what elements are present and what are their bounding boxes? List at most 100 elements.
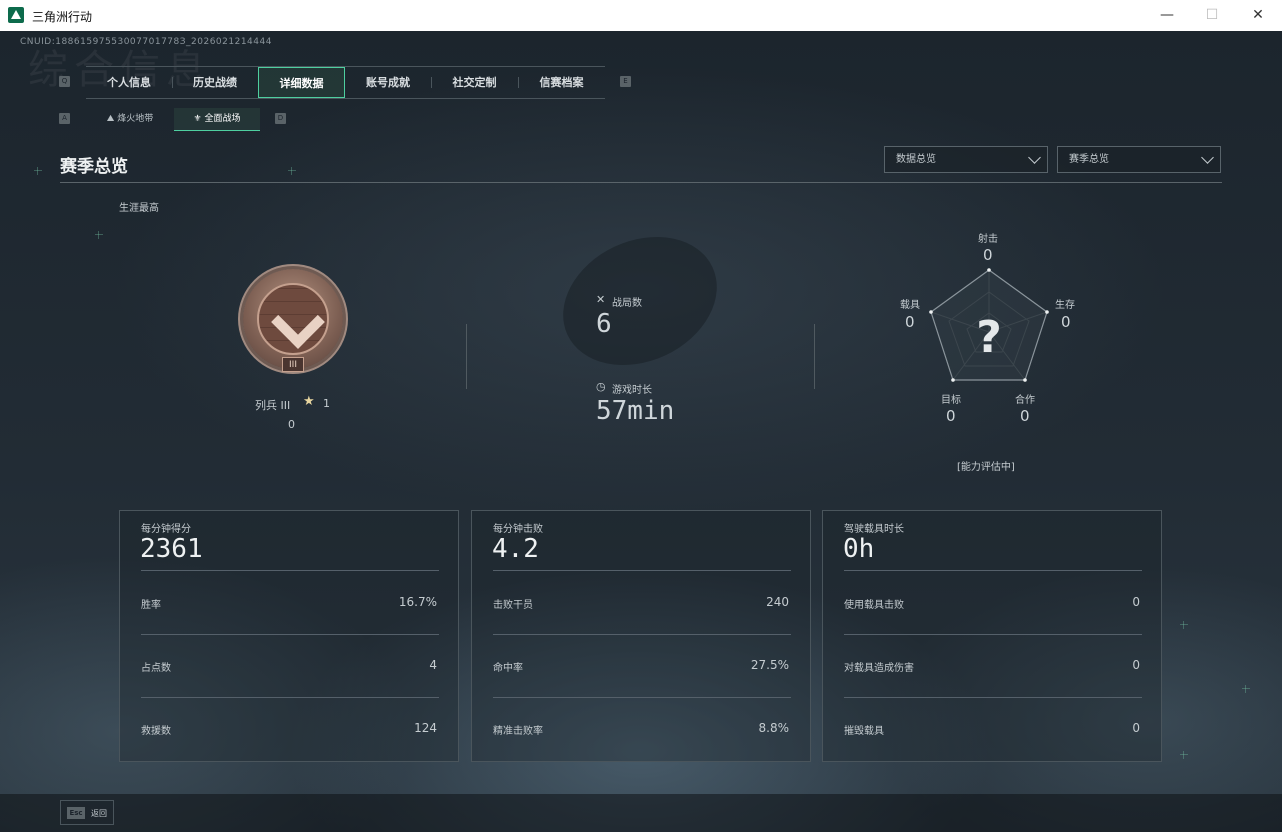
- row-value: 8.8%: [758, 721, 790, 735]
- row-label: 使用载具击败: [844, 600, 904, 611]
- subtab-label: 全面战场: [204, 114, 241, 124]
- tab-label: 个人信息: [107, 76, 151, 89]
- row-label: 摧毁载具: [844, 726, 884, 737]
- row-value: 27.5%: [750, 658, 789, 672]
- subtab-label: 烽火地带: [117, 114, 154, 124]
- radar-label-objective: 目标: [941, 395, 961, 406]
- season-overview-dropdown[interactable]: 赛季总览: [1057, 146, 1221, 173]
- vehicle-time-card: 驾驶载具时长 0h 使用载具击败 0 对载具造成伤害 0 摧毁载具 0: [822, 510, 1162, 762]
- kills-per-minute-card: 每分钟击败 4.2 击败干员 240 命中率 27.5% 精准击败率 8.8%: [471, 510, 811, 762]
- row-label: 精准击败率: [493, 726, 543, 737]
- playtime-label: 游戏时长: [612, 385, 652, 396]
- tab-detailed-data[interactable]: 详细数据: [258, 67, 345, 98]
- close-button[interactable]: ✕: [1243, 5, 1273, 25]
- crossed-swords-icon: ✕: [596, 293, 606, 306]
- row-value: 0: [1132, 595, 1140, 609]
- decor-cross: [1180, 751, 1188, 759]
- subtab-next-key[interactable]: D: [275, 113, 286, 124]
- card-divider: [844, 697, 1142, 698]
- chevron-down-icon: [1028, 151, 1041, 164]
- tab-label: 信赛档案: [539, 76, 584, 89]
- ability-radar-chart: ?: [929, 268, 1049, 382]
- radar-label-teamwork: 合作: [1015, 395, 1035, 406]
- app-logo-icon: [8, 7, 24, 23]
- subtab-full-battlefield[interactable]: ⚜ 全面战场: [174, 108, 260, 131]
- rank-tier-plate: III: [282, 357, 304, 372]
- row-value: 240: [766, 595, 789, 609]
- tab-personal-info[interactable]: 个人信息: [86, 67, 172, 98]
- star-icon: ★: [303, 394, 315, 409]
- back-label: 返回: [91, 809, 107, 818]
- card-title: 驾驶载具时长: [844, 524, 904, 535]
- radar-value-vehicle: 0: [905, 313, 915, 331]
- radar-status: [能力评估中]: [957, 462, 1015, 473]
- card-divider: [493, 697, 791, 698]
- tab-label: 账号成就: [366, 76, 410, 89]
- radar-value-shooting: 0: [983, 246, 993, 264]
- card-title: 每分钟击败: [493, 524, 543, 535]
- tab-divider: [172, 77, 173, 88]
- tab-next-key[interactable]: E: [620, 76, 631, 87]
- radar-value-objective: 0: [946, 407, 956, 425]
- esc-key: Esc: [67, 807, 85, 819]
- window-titlebar: 三角洲行动 — ☐ ✕: [0, 0, 1282, 32]
- decor-cross: [1180, 621, 1188, 629]
- row-label: 命中率: [493, 663, 523, 674]
- vertical-divider: [466, 324, 467, 389]
- card-main-value: 4.2: [492, 534, 539, 564]
- tab-divider: [431, 77, 432, 88]
- decor-cross: [288, 167, 296, 175]
- minimize-button[interactable]: —: [1152, 5, 1182, 25]
- tab-match-history[interactable]: 历史战绩: [172, 67, 258, 98]
- chevron-down-icon: [1201, 151, 1214, 164]
- tab-label: 社交定制: [452, 76, 497, 89]
- window-title: 三角洲行动: [32, 10, 93, 24]
- wings-icon: ⚜: [193, 114, 202, 124]
- tab-achievements[interactable]: 账号成就: [345, 67, 431, 98]
- card-main-value: 2361: [140, 534, 203, 564]
- card-divider: [141, 697, 439, 698]
- dropdown-value: 数据总览: [896, 154, 936, 165]
- page-title: 赛季总览: [60, 157, 128, 177]
- dropdown-value: 赛季总览: [1069, 154, 1109, 165]
- radar-label-survival: 生存: [1055, 300, 1075, 311]
- rank-badge-icon: III: [243, 269, 343, 372]
- chevron-emblem: [271, 295, 325, 349]
- tab-prev-key[interactable]: Q: [59, 76, 70, 87]
- row-label: 胜率: [141, 600, 161, 611]
- row-value: 0: [1132, 658, 1140, 672]
- data-overview-dropdown[interactable]: 数据总览: [884, 146, 1048, 173]
- tab-label: 详细数据: [279, 77, 324, 90]
- main-tabbar: 个人信息 历史战绩 详细数据 账号成就 社交定制 信赛档案: [86, 66, 605, 99]
- card-divider: [141, 634, 439, 635]
- back-button[interactable]: Esc 返回: [60, 800, 114, 825]
- maximize-button[interactable]: ☐: [1197, 5, 1227, 25]
- row-label: 救援数: [141, 726, 171, 737]
- card-divider: [844, 634, 1142, 635]
- subtab-prev-key[interactable]: A: [59, 113, 70, 124]
- row-label: 占点数: [141, 663, 171, 674]
- playtime-value: 57min: [596, 396, 675, 426]
- radar-label-shooting: 射击: [978, 234, 998, 245]
- tab-divider: [518, 77, 519, 88]
- score-per-minute-card: 每分钟得分 2361 胜率 16.7% 占点数 4 救援数 124: [119, 510, 459, 762]
- footer-bar: Esc 返回: [0, 794, 1282, 832]
- tab-social-custom[interactable]: 社交定制: [431, 67, 518, 98]
- subtab-hazard-zone[interactable]: ⛰ 烽火地带: [90, 108, 170, 130]
- tab-label: 历史战绩: [193, 76, 237, 89]
- card-title: 每分钟得分: [141, 524, 191, 535]
- row-value: 0: [1132, 721, 1140, 735]
- radar-unknown-mark: ?: [976, 312, 1002, 363]
- battles-value: 6: [596, 309, 612, 339]
- tab-profile-archive[interactable]: 信赛档案: [518, 67, 605, 98]
- clock-icon: ◷: [596, 380, 606, 393]
- radar-value-teamwork: 0: [1020, 407, 1030, 425]
- card-divider: [141, 570, 439, 571]
- decor-cross: [1242, 685, 1250, 693]
- cnuid-label: CNUID:18861597553007701778З_202602121444…: [20, 37, 272, 47]
- radar-label-vehicle: 载具: [900, 300, 920, 311]
- card-main-value: 0h: [843, 534, 875, 564]
- row-value: 16.7%: [398, 595, 437, 609]
- mountain-icon: ⛰: [106, 114, 115, 124]
- card-divider: [844, 570, 1142, 571]
